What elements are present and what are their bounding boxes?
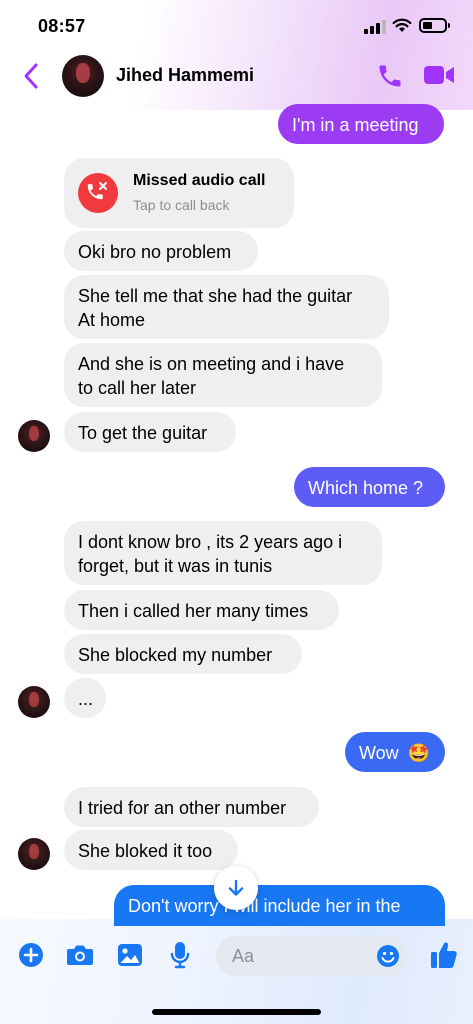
scroll-to-bottom-button[interactable] xyxy=(214,866,258,910)
message-outgoing[interactable]: Which home ? xyxy=(294,467,445,507)
back-chevron-icon[interactable] xyxy=(22,62,40,90)
message-text-line: to call her later xyxy=(78,378,197,398)
message-incoming[interactable]: Then i called her many times xyxy=(64,590,339,630)
message-incoming[interactable]: ... xyxy=(64,678,106,718)
message-text-line: She tell me that she had the guitar xyxy=(78,286,353,306)
home-indicator xyxy=(152,1009,321,1015)
message-outgoing[interactable]: Don't worry I will include her in the xyxy=(114,885,445,926)
plus-icon[interactable] xyxy=(18,942,44,968)
conversation-header: Jihed Hammemi xyxy=(0,50,473,102)
contact-avatar[interactable] xyxy=(62,55,104,97)
emoji-icon[interactable] xyxy=(376,944,400,968)
message-incoming[interactable]: To get the guitar xyxy=(64,412,236,452)
missed-call-title: Missed audio call xyxy=(133,172,266,189)
thumbs-up-icon[interactable] xyxy=(430,940,458,970)
message-text: ... xyxy=(78,689,94,709)
status-bar: 08:57 xyxy=(0,0,473,50)
message-outgoing[interactable]: Wow 🤩 xyxy=(345,732,445,772)
message-input-container xyxy=(216,936,408,976)
message-text: She blocked my number xyxy=(78,645,273,665)
video-camera-icon[interactable] xyxy=(423,63,455,87)
sender-avatar[interactable] xyxy=(18,420,50,452)
star-struck-emoji: 🤩 xyxy=(407,743,431,763)
gallery-icon[interactable] xyxy=(117,942,143,968)
sender-avatar[interactable] xyxy=(18,838,50,870)
message-text: Wow xyxy=(359,743,399,763)
message-input[interactable] xyxy=(232,944,362,968)
message-text: Oki bro no problem xyxy=(78,242,232,262)
message-text: I tried for an other number xyxy=(78,798,287,818)
missed-call-icon xyxy=(78,173,118,213)
message-text: Which home ? xyxy=(308,478,424,498)
message-text: To get the guitar xyxy=(78,423,208,443)
message-incoming[interactable]: I tried for an other number xyxy=(64,787,319,827)
message-text-line: And she is on meeting and i have xyxy=(78,354,345,374)
message-incoming[interactable]: She bloked it too xyxy=(64,830,238,870)
message-text-line: forget, but it was in tunis xyxy=(78,556,273,576)
microphone-icon[interactable] xyxy=(170,941,190,969)
message-text-line: I dont know bro , its 2 years ago i xyxy=(78,532,343,552)
message-text-line: At home xyxy=(78,310,146,330)
message-text: She bloked it too xyxy=(78,841,213,861)
wifi-icon xyxy=(392,18,412,32)
battery-icon xyxy=(419,18,450,33)
missed-call-subtitle: Tap to call back xyxy=(133,197,230,213)
cellular-signal-icon xyxy=(364,20,386,34)
message-text: Then i called her many times xyxy=(78,601,309,621)
sender-avatar[interactable] xyxy=(18,686,50,718)
camera-icon[interactable] xyxy=(66,943,94,967)
contact-name[interactable]: Jihed Hammemi xyxy=(116,65,254,86)
status-time: 08:57 xyxy=(38,16,86,36)
message-incoming[interactable]: She tell me that she had the guitar At h… xyxy=(64,275,389,339)
message-text: Don't worry I will include her in the xyxy=(128,896,401,916)
message-text: I'm in a meeting xyxy=(292,115,419,135)
message-incoming[interactable]: Oki bro no problem xyxy=(64,231,258,271)
message-incoming[interactable]: I dont know bro , its 2 years ago i forg… xyxy=(64,521,382,585)
arrow-down-icon xyxy=(228,879,244,896)
phone-icon[interactable] xyxy=(376,62,404,90)
message-outgoing[interactable]: I'm in a meeting xyxy=(278,104,444,144)
message-incoming[interactable]: And she is on meeting and i have to call… xyxy=(64,343,382,407)
message-composer xyxy=(0,928,473,984)
message-incoming[interactable]: She blocked my number xyxy=(64,634,302,674)
missed-call-card[interactable]: Missed audio call Tap to call back xyxy=(64,158,294,228)
